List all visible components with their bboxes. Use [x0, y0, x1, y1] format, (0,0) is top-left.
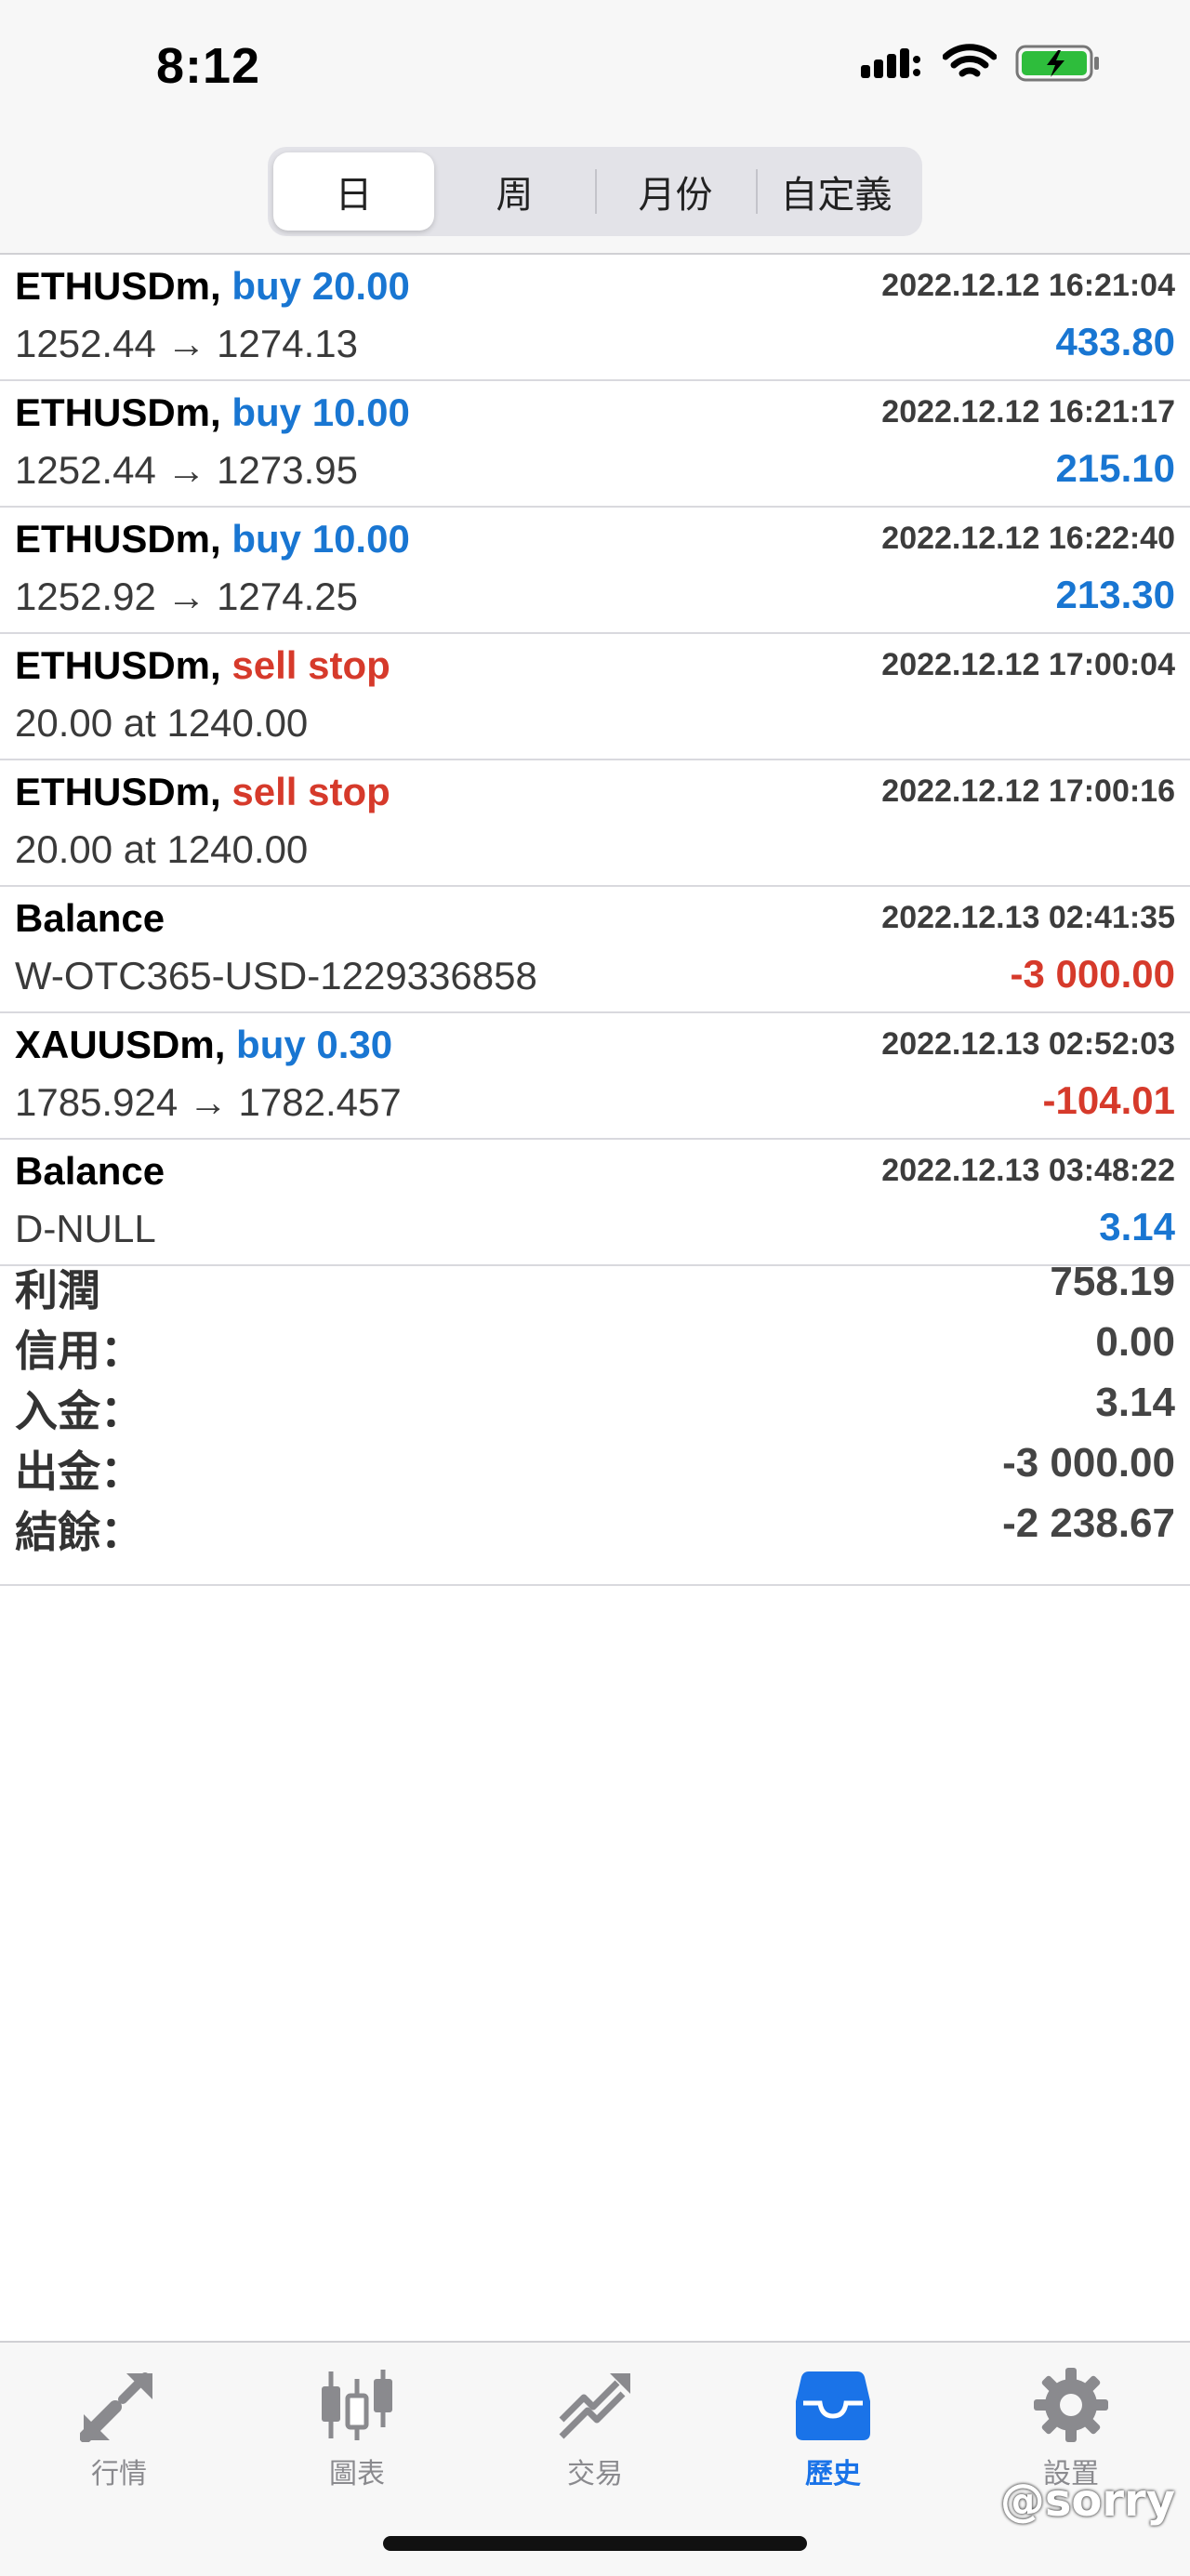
totals-label: 結餘： — [15, 1507, 143, 1557]
symbol-name: Balance — [15, 896, 165, 940]
symbol-name: ETHUSDm, — [15, 770, 221, 813]
history-header: 日 周 月份 自定義 — [0, 139, 1190, 255]
trade-time: 2022.12.13 02:52:03 — [881, 1026, 1175, 1062]
chart-icon — [315, 2363, 399, 2447]
battery-charging-icon — [1015, 45, 1099, 82]
totals-summary: 利潤 758.19 信用： 0.00 入金： 3.14 出金： -3 000.0… — [0, 1253, 1190, 1586]
tab-month[interactable]: 月份 — [595, 152, 756, 231]
tab-label: 交易 — [567, 2458, 623, 2490]
totals-row-deposit: 入金： 3.14 — [0, 1374, 1190, 1436]
trade-symbol: Balance — [15, 1149, 165, 1194]
tab-trade[interactable]: 交易 — [521, 2363, 669, 2491]
symbol-name: Balance — [15, 1149, 165, 1193]
trade-profit: 433.80 — [1055, 320, 1175, 363]
status-bar: 8:12 — [0, 0, 1190, 139]
tab-label: 歷史 — [805, 2458, 861, 2490]
trade-action: sell stop — [231, 643, 390, 687]
history-row[interactable]: XAUUSDm, buy 0.30 2022.12.13 02:52:03 1785… — [0, 1013, 1190, 1140]
trade-profit: 213.30 — [1055, 573, 1175, 616]
status-time: 8:12 — [156, 38, 261, 94]
trade-detail: 1252.44 → 1273.95 — [15, 448, 358, 492]
trade-time: 2022.12.12 16:21:17 — [881, 394, 1175, 429]
tab-chart[interactable]: 圖表 — [283, 2363, 431, 2491]
symbol-name: ETHUSDm, — [15, 390, 221, 434]
trade-detail: D-NULL — [15, 1207, 156, 1250]
tab-week[interactable]: 周 — [434, 152, 595, 231]
trade-symbol: ETHUSDm, buy 10.00 — [15, 390, 410, 435]
period-segmented-control: 日 周 月份 自定義 — [268, 147, 922, 236]
totals-value: 758.19 — [1050, 1259, 1175, 1304]
history-row[interactable]: ETHUSDm, buy 10.00 2022.12.12 16:21:17 125… — [0, 381, 1190, 508]
symbol-name: ETHUSDm, — [15, 517, 221, 561]
trade-profit: -3 000.00 — [1010, 952, 1175, 996]
trade-detail: 20.00 at 1240.00 — [15, 701, 309, 745]
trade-time: 2022.12.12 17:00:16 — [881, 773, 1175, 809]
totals-value: 0.00 — [1095, 1319, 1175, 1365]
tab-label: 圖表 — [329, 2458, 385, 2490]
trade-profit: -104.01 — [1042, 1078, 1175, 1122]
symbol-name: ETHUSDm, — [15, 264, 221, 308]
status-icons — [861, 43, 1101, 84]
tab-history[interactable]: 歷史 — [759, 2363, 907, 2491]
home-indicator[interactable] — [383, 2536, 807, 2551]
history-row[interactable]: ETHUSDm, buy 20.00 2022.12.12 16:21:04 125… — [0, 255, 1190, 381]
settings-icon — [1029, 2363, 1113, 2447]
trade-time: 2022.12.12 16:22:40 — [881, 521, 1175, 556]
trade-action: buy 0.30 — [236, 1023, 393, 1066]
history-row[interactable]: Balance 2022.12.13 03:48:22 D-NULL 3.14 — [0, 1140, 1190, 1266]
trade-symbol: ETHUSDm, buy 20.00 — [15, 264, 410, 309]
trade-time: 2022.12.13 02:41:35 — [881, 900, 1175, 935]
trade-symbol: ETHUSDm, buy 10.00 — [15, 517, 410, 561]
wifi-icon — [943, 44, 997, 77]
history-icon — [791, 2363, 875, 2447]
trade-detail: W-OTC365-USD-1229336858 — [15, 954, 537, 997]
tab-quotes[interactable]: 行情 — [45, 2363, 193, 2491]
trade-profit: 215.10 — [1055, 446, 1175, 490]
trade-time: 2022.12.12 16:21:04 — [881, 268, 1175, 303]
trade-symbol: Balance — [15, 896, 165, 941]
trade-icon — [553, 2363, 637, 2447]
trade-symbol: ETHUSDm, sell stop — [15, 643, 390, 688]
tab-custom[interactable]: 自定義 — [756, 152, 917, 231]
totals-label: 出金： — [15, 1447, 143, 1497]
tab-label: 行情 — [91, 2458, 147, 2490]
totals-row-credit: 信用： 0.00 — [0, 1314, 1190, 1376]
trade-time: 2022.12.12 17:00:04 — [881, 647, 1175, 682]
trade-action: buy 20.00 — [231, 264, 410, 308]
tab-day[interactable]: 日 — [273, 152, 434, 231]
history-row[interactable]: ETHUSDm, sell stop 2022.12.12 17:00:04 20.… — [0, 634, 1190, 760]
trade-action: sell stop — [231, 770, 390, 813]
tab-settings[interactable]: 設置 — [997, 2363, 1145, 2491]
totals-label: 利潤 — [15, 1265, 100, 1315]
history-row[interactable]: Balance 2022.12.13 02:41:35 W-OTC365-USD-… — [0, 887, 1190, 1013]
totals-row-balance: 結餘： -2 238.67 — [0, 1495, 1190, 1557]
trade-detail: 1252.44 → 1274.13 — [15, 322, 358, 365]
symbol-name: ETHUSDm, — [15, 643, 221, 687]
trade-detail: 20.00 at 1240.00 — [15, 827, 309, 871]
trade-detail: 1252.92 → 1274.25 — [15, 575, 358, 618]
history-list: ETHUSDm, buy 20.00 2022.12.12 16:21:04 125… — [0, 255, 1190, 1266]
trade-profit: 3.14 — [1099, 1205, 1175, 1248]
totals-row-withdrawal: 出金： -3 000.00 — [0, 1434, 1190, 1497]
totals-value: 3.14 — [1095, 1380, 1175, 1425]
trade-detail: 1785.924 → 1782.457 — [15, 1080, 402, 1124]
trade-action: buy 10.00 — [231, 517, 410, 561]
history-row[interactable]: ETHUSDm, sell stop 2022.12.12 17:00:16 20.… — [0, 760, 1190, 887]
trade-time: 2022.12.13 03:48:22 — [881, 1153, 1175, 1188]
totals-value: -2 238.67 — [1002, 1500, 1175, 1546]
quotes-icon — [77, 2363, 161, 2447]
symbol-name: XAUUSDm, — [15, 1023, 226, 1066]
totals-label: 信用： — [15, 1326, 143, 1376]
history-row[interactable]: ETHUSDm, buy 10.00 2022.12.12 16:22:40 125… — [0, 508, 1190, 634]
cellular-signal-icon — [861, 48, 920, 78]
watermark: @sorry — [999, 2475, 1175, 2527]
trade-symbol: XAUUSDm, buy 0.30 — [15, 1023, 392, 1067]
totals-value: -3 000.00 — [1002, 1440, 1175, 1486]
totals-label: 入金： — [15, 1386, 143, 1436]
trade-symbol: ETHUSDm, sell stop — [15, 770, 390, 814]
totals-row-profit: 利潤 758.19 — [0, 1253, 1190, 1315]
trade-action: buy 10.00 — [231, 390, 410, 434]
